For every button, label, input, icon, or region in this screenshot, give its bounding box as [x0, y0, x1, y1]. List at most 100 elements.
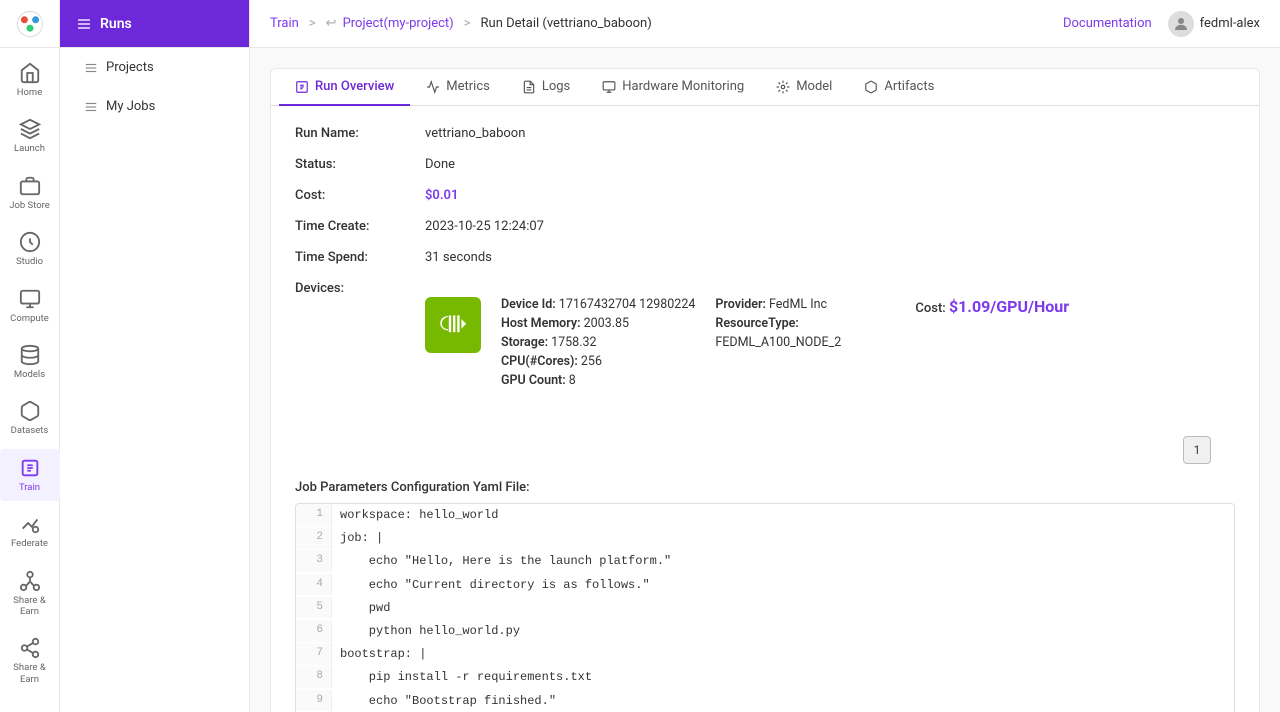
sidebar: Home Launch Job Store Studio Compute Mod…: [0, 0, 60, 712]
host-memory-line: Host Memory: 2003.85: [501, 316, 695, 331]
cpu-value: 256: [581, 354, 602, 369]
nav-panel: Runs Projects My Jobs: [60, 0, 250, 712]
run-name-row: Run Name: vettriano_baboon: [295, 126, 1235, 141]
provider-line: Provider: FedML Inc: [715, 297, 895, 312]
time-create-label: Time Create:: [295, 219, 425, 234]
cost-value: $0.01: [425, 188, 458, 203]
tab-run-overview-label: Run Overview: [315, 79, 394, 94]
time-create-row: Time Create: 2023-10-25 12:24:07: [295, 219, 1235, 234]
yaml-title: Job Parameters Configuration Yaml File:: [295, 480, 1235, 495]
device-id-line: Device Id: 17167432704 12980224: [501, 297, 695, 312]
provider-value: FedML Inc: [769, 297, 827, 312]
tab-logs[interactable]: Logs: [506, 69, 586, 106]
yaml-editor[interactable]: 1workspace: hello_world2job: |3 echo "He…: [295, 503, 1235, 712]
yaml-line-number: 5: [296, 597, 332, 619]
nav-item-projects-label: Projects: [106, 60, 154, 75]
yaml-line-number: 8: [296, 666, 332, 688]
sidebar-item-deploy[interactable]: Federate: [0, 505, 60, 557]
main-card: Run Overview Metrics Logs Hardware Monit…: [270, 68, 1260, 712]
host-memory-value: 2003.85: [584, 316, 629, 331]
sidebar-item-compute[interactable]: Compute: [0, 280, 60, 332]
yaml-line: 2job: |: [296, 527, 1234, 550]
tab-model-label: Model: [796, 79, 832, 94]
yaml-line-content: bootstrap: |: [332, 643, 434, 666]
tab-metrics[interactable]: Metrics: [410, 69, 506, 106]
breadcrumb-arrow-icon: ↩: [326, 16, 337, 31]
sidebar-item-datasets-label: Datasets: [11, 425, 49, 436]
resource-type-key: ResourceType:: [715, 316, 798, 331]
breadcrumb-project[interactable]: Project(my-project): [343, 16, 454, 31]
nav-item-my-jobs[interactable]: My Jobs: [68, 89, 241, 124]
breadcrumb-sep-2: >: [464, 16, 471, 31]
tab-logs-label: Logs: [542, 79, 570, 94]
tab-artifacts[interactable]: Artifacts: [848, 69, 950, 106]
tab-model[interactable]: Model: [760, 69, 848, 106]
user-name: fedml-alex: [1200, 16, 1260, 31]
cost-label: Cost:: [295, 188, 425, 203]
yaml-line: 4 echo "Current directory is as follows.…: [296, 574, 1234, 597]
gpu-key: GPU Count:: [501, 373, 569, 388]
device-id-value: 17167432704 12980224: [559, 297, 696, 312]
breadcrumb-train[interactable]: Train: [270, 16, 299, 31]
user-avatar: [1168, 11, 1194, 37]
sidebar-item-train[interactable]: Train: [0, 449, 60, 501]
sidebar-item-datasets[interactable]: Datasets: [0, 392, 60, 444]
time-spend-value: 31 seconds: [425, 250, 492, 265]
sidebar-item-train-label: Train: [19, 482, 40, 493]
time-spend-label: Time Spend:: [295, 250, 425, 265]
nvidia-icon: [425, 297, 481, 353]
sidebar-item-job-store-label: Job Store: [9, 200, 50, 211]
sidebar-item-studio-label: Studio: [16, 256, 43, 267]
device-cost-prefix: Cost:: [915, 301, 945, 316]
yaml-line-number: 2: [296, 527, 332, 549]
status-label: Status:: [295, 157, 425, 172]
sidebar-item-studio[interactable]: Studio: [0, 223, 60, 275]
tab-artifacts-label: Artifacts: [884, 79, 934, 94]
page-button-1[interactable]: 1: [1183, 436, 1211, 464]
sidebar-item-share-earn-label: Share & Earn: [4, 662, 56, 685]
time-spend-row: Time Spend: 31 seconds: [295, 250, 1235, 265]
storage-key: Storage:: [501, 335, 551, 350]
yaml-line-content: job: |: [332, 527, 391, 550]
sidebar-item-models[interactable]: Models: [0, 336, 60, 388]
storage-value: 1758.32: [551, 335, 596, 350]
device-block: Device Id: 17167432704 12980224 Host Mem…: [425, 281, 1069, 408]
resource-type-line: ResourceType:: [715, 316, 895, 331]
tabs-bar: Run Overview Metrics Logs Hardware Monit…: [271, 69, 1259, 106]
cpu-line: CPU(#Cores): 256: [501, 354, 695, 369]
resource-type-value: FEDML_A100_NODE_2: [715, 335, 841, 350]
yaml-line: 1workspace: hello_world: [296, 504, 1234, 527]
yaml-line-number: 7: [296, 643, 332, 665]
device-provider: Provider: FedML Inc ResourceType: FEDML_…: [715, 297, 895, 354]
run-details: Run Name: vettriano_baboon Status: Done …: [271, 106, 1259, 712]
yaml-line-content: workspace: hello_world: [332, 504, 506, 527]
yaml-line-number: 3: [296, 550, 332, 572]
gpu-value: 8: [569, 373, 576, 388]
storage-line: Storage: 1758.32: [501, 335, 695, 350]
yaml-line: 3 echo "Hello, Here is the launch platfo…: [296, 550, 1234, 573]
documentation-link[interactable]: Documentation: [1063, 16, 1152, 31]
run-name-label: Run Name:: [295, 126, 425, 141]
time-create-value: 2023-10-25 12:24:07: [425, 219, 544, 234]
user-info: fedml-alex: [1168, 11, 1260, 37]
sidebar-item-federate[interactable]: Share & Earn: [0, 562, 60, 626]
breadcrumb-current: Run Detail (vettriano_baboon): [481, 16, 652, 31]
header-right: Documentation fedml-alex: [1063, 11, 1260, 37]
yaml-line-content: echo "Hello, Here is the launch platform…: [332, 550, 679, 573]
device-cost-block: Cost: $1.09/GPU/Hour: [915, 297, 1069, 316]
sidebar-item-job-store[interactable]: Job Store: [0, 167, 60, 219]
tab-hardware-monitoring[interactable]: Hardware Monitoring: [586, 69, 760, 106]
nav-panel-header: Runs: [60, 0, 249, 48]
sidebar-item-launch[interactable]: Launch: [0, 110, 60, 162]
cost-row: Cost: $0.01: [295, 188, 1235, 203]
sidebar-item-share-earn[interactable]: Share & Earn: [0, 629, 60, 693]
yaml-line-number: 9: [296, 690, 332, 712]
sidebar-item-home[interactable]: Home: [0, 54, 60, 106]
tab-run-overview[interactable]: Run Overview: [279, 69, 410, 106]
nav-item-projects[interactable]: Projects: [68, 50, 241, 85]
status-row: Status: Done: [295, 157, 1235, 172]
gpu-line: GPU Count: 8: [501, 373, 695, 388]
cpu-key: CPU(#Cores):: [501, 354, 581, 369]
yaml-line-number: 4: [296, 574, 332, 596]
yaml-line-content: pwd: [332, 597, 398, 620]
